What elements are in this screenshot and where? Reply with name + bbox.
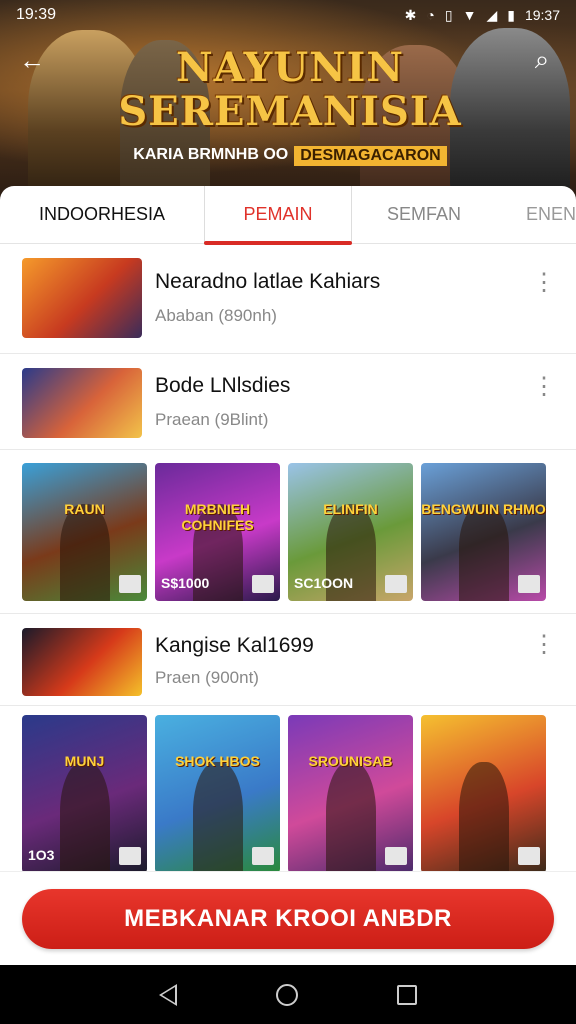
more-vert-icon[interactable]: ⋮ [532, 271, 556, 295]
tile-character-art [458, 762, 509, 873]
tile-price: S$1000 [161, 575, 210, 591]
tab-indonesia[interactable]: INDOORHESIA [0, 186, 204, 243]
system-nav-bar [0, 965, 576, 1024]
nav-recents-icon[interactable] [396, 984, 417, 1005]
bluetooth-icon: ✱ [404, 6, 417, 23]
list-item-subtitle: Praean (9Blint) [155, 410, 269, 429]
list-item-title: Bode LNlsdies [155, 374, 291, 397]
list-item-title: Kangise Kal1699 [155, 634, 314, 657]
battery-icon: ▮ [507, 6, 515, 23]
list-item-thumbnail [22, 628, 142, 696]
status-icons: ✱ ◔ ▯ ▼ ◢ ▮ 19:37 [405, 7, 560, 24]
tile-character-art [59, 762, 110, 873]
tile-character-art [325, 762, 376, 873]
nav-back-icon[interactable] [159, 983, 178, 1006]
list-item[interactable]: Kangise Kal1699 Praen (900nt) ⋮ [0, 614, 576, 706]
main-content: INDOORHESIA PEMAIN SEMFAN ENEN Nearadno … [0, 186, 576, 965]
cta-button[interactable]: MEBKANAR KROOI ANBDR [22, 889, 554, 949]
game-tile[interactable]: BENGWUIN RHMO [421, 463, 546, 601]
tab-bar: INDOORHESIA PEMAIN SEMFAN ENEN [0, 186, 576, 245]
tile-title: MUNJ [64, 753, 105, 769]
tile-title: SROUNISAB [308, 753, 393, 769]
tile-badge-icon [385, 847, 407, 865]
hero-banner: 19:39 ✱ ◔ ▯ ▼ ◢ ▮ 19:37 ← ⌕ NAYUNIN SERE… [0, 0, 576, 200]
tile-title: SHOK HBOS [175, 753, 260, 769]
tile-title: ELINFIN [323, 501, 378, 517]
search-icon: ⌕ [534, 44, 550, 74]
game-tile[interactable]: SROUNISAB [288, 715, 413, 873]
list-item-thumbnail [22, 368, 142, 438]
list-item-subtitle: Ababan (890nh) [155, 306, 277, 325]
game-tile[interactable] [421, 715, 546, 873]
wifi-icon: ▼ [462, 7, 477, 23]
tile-badge-icon [252, 575, 274, 593]
hero-subtitle: KARIA BRMNHB OO DESMAGACARON [100, 146, 480, 166]
tab-pemain[interactable]: PEMAIN [204, 186, 352, 243]
tile-badge-icon [252, 847, 274, 865]
game-tile[interactable]: ELINFIN SC1OON [288, 463, 413, 601]
tile-price: 1O3 [28, 847, 55, 863]
tile-badge-icon [518, 575, 540, 593]
back-button[interactable]: ← [16, 44, 48, 76]
arrow-left-icon: ← [19, 44, 45, 75]
tile-badge-icon [385, 575, 407, 593]
game-tile[interactable]: MRBNIEH COHNIFES S$1000 [155, 463, 280, 601]
status-bar: 19:39 ✱ ◔ ▯ ▼ ◢ ▮ 19:37 [0, 0, 576, 30]
list-item[interactable]: Bode LNlsdies Praean (9Blint) ⋮ [0, 354, 576, 450]
search-button[interactable]: ⌕ [526, 44, 558, 76]
game-tile[interactable]: MUNJ 1O3 [22, 715, 147, 873]
cta-bar: MEBKANAR KROOI ANBDR [0, 871, 576, 965]
game-grid-2: MUNJ 1O3 SHOK HBOS SROUNISAB [22, 715, 554, 873]
tile-character-art [192, 762, 243, 873]
tile-badge-icon [119, 575, 141, 593]
signal-icon: ◢ [486, 6, 498, 23]
hero-title: NAYUNIN SEREMANISIA [118, 44, 462, 135]
tile-title: RAUN [64, 501, 105, 517]
tile-badge-icon [119, 847, 141, 865]
hero-subtitle-text: KARIA BRMNHB OO [133, 146, 289, 163]
tile-title: MRBNIEH COHNIFES [181, 501, 254, 533]
nav-home-icon[interactable] [275, 983, 298, 1006]
list-item-title: Nearadno latlae Kahiars [155, 270, 381, 293]
hero-subtitle-tag: DESMAGACARON [294, 146, 447, 166]
tile-character-art [59, 504, 110, 601]
list-item-subtitle: Praen (900nt) [155, 668, 259, 687]
tile-price: SC1OON [294, 575, 354, 591]
status-time-right: 19:37 [524, 7, 560, 23]
alarm-icon: ◔ [426, 7, 435, 23]
game-tile[interactable]: SHOK HBOS [155, 715, 280, 873]
list-item[interactable]: Nearadno latlae Kahiars Ababan (890nh) ⋮ [0, 244, 576, 354]
tab-enen[interactable]: ENEN [496, 186, 576, 243]
game-tile[interactable]: RAUN [22, 463, 147, 601]
vibrate-icon: ▯ [444, 6, 453, 23]
game-grid-1: RAUN MRBNIEH COHNIFES S$1000 ELINFIN SC1OON B… [22, 463, 554, 601]
tile-title: BENGWUIN RHMO [421, 501, 546, 517]
status-time-left: 19:39 [16, 6, 57, 23]
tile-character-art [458, 504, 509, 601]
more-vert-icon[interactable]: ⋮ [532, 375, 556, 399]
tab-semfan[interactable]: SEMFAN [352, 186, 496, 243]
tile-badge-icon [518, 847, 540, 865]
more-vert-icon[interactable]: ⋮ [532, 633, 556, 657]
list-item-thumbnail [22, 258, 142, 338]
